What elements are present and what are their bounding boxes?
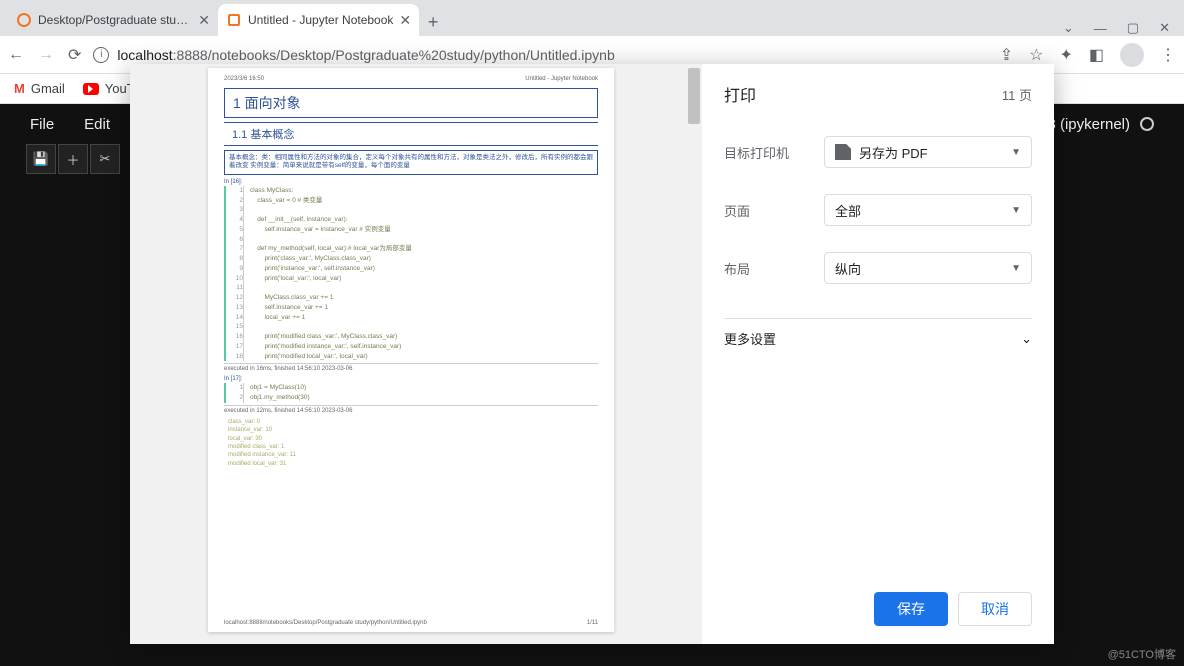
preview-h2: 1.1 基本概念 [224, 122, 598, 146]
preview-timestamp: 2023/3/6 16:50 [224, 76, 264, 82]
scrollbar-thumb[interactable] [688, 68, 700, 124]
minimize-icon[interactable]: — [1094, 21, 1107, 36]
back-icon[interactable]: ← [8, 46, 24, 64]
menu-edit[interactable]: Edit [84, 116, 110, 133]
profile-avatar[interactable] [1120, 43, 1144, 67]
footer-page: 1/11 [587, 620, 598, 626]
preview-h1: 1 面向对象 [224, 88, 598, 118]
browser-tab-0[interactable]: Desktop/Postgraduate study/p ✕ [8, 4, 218, 36]
menu-file[interactable]: File [30, 116, 54, 133]
tab-title: Desktop/Postgraduate study/p [38, 13, 192, 27]
exec-info: executed in 16ms, finished 14:56:10 2023… [224, 363, 598, 372]
maximize-icon[interactable]: ▢ [1127, 20, 1139, 36]
sidepanel-icon[interactable]: ◧ [1089, 45, 1104, 65]
dropdown-icon[interactable]: ⌄ [1063, 20, 1074, 36]
kernel-name[interactable]: 3 (ipykernel) [1047, 116, 1130, 133]
reload-icon[interactable]: ⟳ [68, 45, 81, 65]
chevron-down-icon: ⌄ [1021, 331, 1032, 347]
preview-doctitle: Untitled - Jupyter Notebook [525, 76, 598, 82]
bookmark-gmail[interactable]: M Gmail [14, 81, 65, 96]
share-icon[interactable]: ⇪ [1000, 45, 1013, 65]
pages-select[interactable]: 全部 ▼ [824, 194, 1032, 226]
print-preview[interactable]: 2023/3/6 16:50 Untitled - Jupyter Notebo… [130, 64, 702, 644]
code-block-1: 1class MyClass:2 class_var = 0 # 类变量34 d… [224, 186, 598, 362]
url-host: localhost [117, 47, 172, 63]
menu-icon[interactable]: ⋮ [1160, 45, 1176, 65]
url-field[interactable]: i localhost:8888/notebooks/Desktop/Postg… [93, 47, 987, 63]
cut-button[interactable]: ✂ [90, 144, 120, 174]
preview-scrollbar[interactable] [686, 64, 702, 644]
preview-page: 2023/3/6 16:50 Untitled - Jupyter Notebo… [208, 68, 614, 632]
save-button[interactable]: 💾 [26, 144, 56, 174]
preview-desc: 基本概念：类：相同属性和方法的对象的集合，定义每个对象共有的属性和方法，对象是类… [224, 150, 598, 175]
browser-tab-1[interactable]: Untitled - Jupyter Notebook ✕ [218, 4, 419, 36]
close-icon[interactable]: ✕ [399, 12, 411, 29]
window-controls: ⌄ — ▢ ✕ [1063, 20, 1184, 36]
watermark: @51CTO博客 [1108, 646, 1176, 662]
jupyter-favicon [226, 12, 242, 28]
print-title: 打印 [724, 82, 756, 106]
chevron-down-icon: ▼ [1011, 205, 1021, 216]
close-window-icon[interactable]: ✕ [1159, 20, 1170, 36]
url-path: :8888/notebooks/Desktop/Postgraduate%20s… [173, 47, 615, 63]
page-count: 11 页 [1002, 85, 1032, 104]
dest-label: 目标打印机 [724, 143, 824, 162]
destination-select[interactable]: 另存为 PDF ▼ [824, 136, 1032, 168]
exec-info: executed in 12ms, finished 14:56:10 2023… [224, 405, 598, 414]
jupyter-toolbar: 💾 ＋ ✂ [26, 144, 120, 174]
chevron-down-icon: ▼ [1011, 147, 1021, 158]
more-settings-toggle[interactable]: 更多设置 ⌄ [724, 318, 1032, 358]
gmail-icon: M [14, 81, 25, 96]
youtube-icon [83, 83, 99, 95]
layout-select[interactable]: 纵向 ▼ [824, 252, 1032, 284]
extensions-icon[interactable]: ✦ [1059, 45, 1072, 65]
bookmark-youtube[interactable]: YouT [83, 81, 135, 96]
pages-label: 页面 [724, 201, 824, 220]
cell-marker: In [16]: [224, 179, 598, 185]
chevron-down-icon: ▼ [1011, 263, 1021, 274]
footer-url: localhost:8888/notebooks/Desktop/Postgra… [224, 620, 427, 626]
print-settings: 打印 11 页 目标打印机 另存为 PDF ▼ 页面 全部 ▼ 布局 纵向 ▼ [702, 64, 1054, 644]
pdf-icon [835, 144, 851, 160]
close-icon[interactable]: ✕ [198, 12, 210, 29]
bookmark-star-icon[interactable]: ☆ [1029, 45, 1043, 65]
kernel-status-icon [1140, 117, 1154, 131]
cell-marker: In [17]: [224, 376, 598, 382]
tab-title: Untitled - Jupyter Notebook [248, 13, 393, 27]
site-info-icon[interactable]: i [93, 47, 109, 63]
print-dialog: 2023/3/6 16:50 Untitled - Jupyter Notebo… [130, 64, 1054, 644]
browser-tabstrip: Desktop/Postgraduate study/p ✕ Untitled … [0, 0, 1184, 36]
new-tab-button[interactable]: + [419, 8, 447, 36]
save-button[interactable]: 保存 [874, 592, 948, 626]
jupyter-favicon [16, 12, 32, 28]
output-block: class_var: 0instance_var: 10local_var: 3… [224, 418, 598, 468]
forward-icon[interactable]: → [38, 46, 54, 64]
add-cell-button[interactable]: ＋ [58, 144, 88, 174]
layout-label: 布局 [724, 259, 824, 278]
cancel-button[interactable]: 取消 [958, 592, 1032, 626]
code-block-2: 1obj1 = MyClass(10)2obj1.my_method(30) [224, 383, 598, 403]
